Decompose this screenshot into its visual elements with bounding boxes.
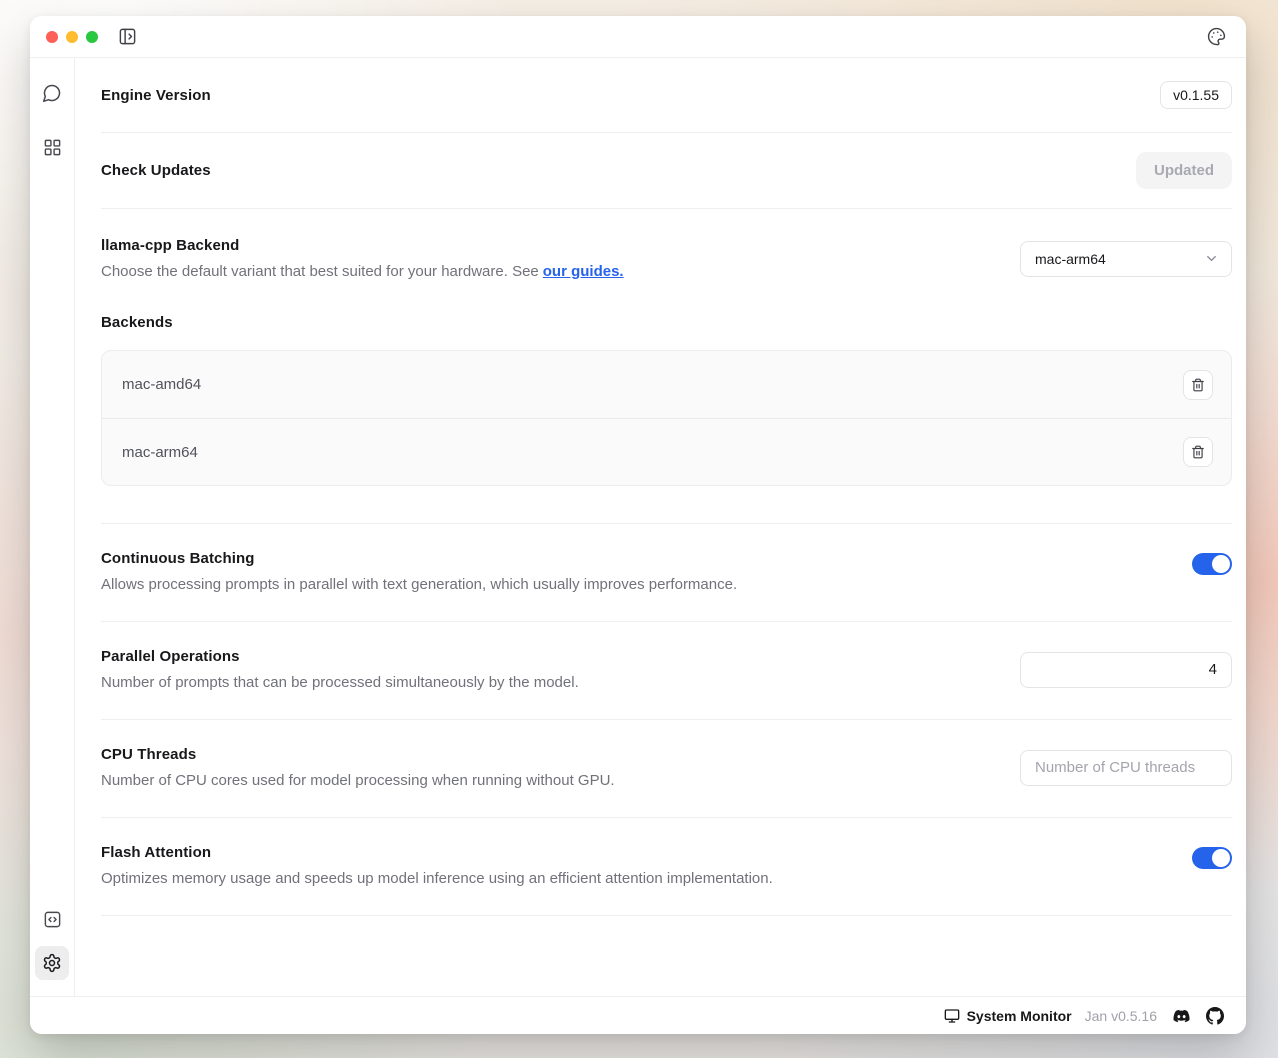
- traffic-lights: [46, 31, 98, 43]
- engine-version-badge: v0.1.55: [1160, 81, 1232, 109]
- palette-icon[interactable]: [1207, 27, 1226, 46]
- chevron-down-icon: [1204, 251, 1219, 266]
- window-body: Engine Version v0.1.55 Check Updates Upd…: [30, 58, 1246, 996]
- toggle-knob: [1212, 849, 1230, 867]
- panel-toggle-icon[interactable]: [118, 27, 137, 46]
- sidebar-item-hub[interactable]: [35, 130, 69, 164]
- backend-name: mac-amd64: [122, 376, 201, 393]
- check-updates-row: Check Updates Updated: [101, 133, 1232, 209]
- settings-panel: Engine Version v0.1.55 Check Updates Upd…: [75, 58, 1246, 996]
- minimize-window-button[interactable]: [66, 31, 78, 43]
- trash-icon: [1191, 445, 1205, 459]
- backend-list-item: mac-arm64: [102, 418, 1231, 485]
- parallel-operations-row: Parallel Operations Number of prompts th…: [101, 622, 1232, 720]
- flash-attention-description: Optimizes memory usage and speeds up mod…: [101, 870, 773, 887]
- cpu-threads-input[interactable]: [1020, 750, 1232, 786]
- app-version: Jan v0.5.16: [1085, 1008, 1157, 1024]
- flash-attention-label: Flash Attention: [101, 844, 773, 861]
- status-bar: System Monitor Jan v0.5.16: [30, 996, 1246, 1034]
- sidebar-item-settings[interactable]: [35, 946, 69, 980]
- continuous-batching-description: Allows processing prompts in parallel wi…: [101, 576, 737, 593]
- backend-select-description: Choose the default variant that best sui…: [101, 263, 624, 280]
- chat-bubble-icon: [42, 83, 62, 103]
- code-square-icon: [43, 910, 62, 929]
- parallel-operations-input[interactable]: [1020, 652, 1232, 688]
- sidebar-item-chat[interactable]: [35, 76, 69, 110]
- settings-gear-icon: [42, 953, 62, 973]
- flash-attention-row: Flash Attention Optimizes memory usage a…: [101, 818, 1232, 916]
- system-monitor-button[interactable]: System Monitor: [944, 1008, 1072, 1024]
- engine-version-label: Engine Version: [101, 87, 211, 104]
- continuous-batching-label: Continuous Batching: [101, 550, 737, 567]
- backend-select-label: llama-cpp Backend: [101, 237, 624, 254]
- parallel-operations-label: Parallel Operations: [101, 648, 579, 665]
- backends-label: Backends: [101, 314, 1232, 331]
- backend-dropdown[interactable]: mac-arm64: [1020, 241, 1232, 277]
- titlebar: [30, 16, 1246, 58]
- backend-name: mac-arm64: [122, 444, 198, 461]
- sidebar-item-local-api-server[interactable]: [35, 902, 69, 936]
- discord-icon[interactable]: [1171, 1008, 1192, 1024]
- delete-backend-button[interactable]: [1183, 370, 1213, 400]
- sidebar: [30, 58, 75, 996]
- system-monitor-label: System Monitor: [967, 1008, 1072, 1024]
- app-window: Engine Version v0.1.55 Check Updates Upd…: [30, 16, 1246, 1034]
- zoom-window-button[interactable]: [86, 31, 98, 43]
- guides-link[interactable]: our guides.: [543, 263, 624, 280]
- parallel-operations-description: Number of prompts that can be processed …: [101, 674, 579, 691]
- continuous-batching-row: Continuous Batching Allows processing pr…: [101, 524, 1232, 622]
- cpu-threads-row: CPU Threads Number of CPU cores used for…: [101, 720, 1232, 818]
- engine-version-row: Engine Version v0.1.55: [101, 58, 1232, 133]
- backend-dropdown-value: mac-arm64: [1035, 251, 1106, 267]
- delete-backend-button[interactable]: [1183, 437, 1213, 467]
- check-updates-button[interactable]: Updated: [1136, 152, 1232, 189]
- backends-section: Backends mac-amd64 mac-arm64: [101, 296, 1232, 524]
- check-updates-label: Check Updates: [101, 162, 211, 179]
- cpu-threads-label: CPU Threads: [101, 746, 615, 763]
- backend-select-row: llama-cpp Backend Choose the default var…: [101, 209, 1232, 296]
- close-window-button[interactable]: [46, 31, 58, 43]
- flash-attention-toggle[interactable]: [1192, 847, 1232, 869]
- backend-list-item: mac-amd64: [102, 351, 1231, 418]
- backends-card: mac-amd64 mac-arm64: [101, 350, 1232, 486]
- grid-icon: [43, 138, 62, 157]
- monitor-icon: [944, 1008, 960, 1024]
- cpu-threads-description: Number of CPU cores used for model proce…: [101, 772, 615, 789]
- trash-icon: [1191, 378, 1205, 392]
- github-icon[interactable]: [1206, 1007, 1224, 1025]
- toggle-knob: [1212, 555, 1230, 573]
- continuous-batching-toggle[interactable]: [1192, 553, 1232, 575]
